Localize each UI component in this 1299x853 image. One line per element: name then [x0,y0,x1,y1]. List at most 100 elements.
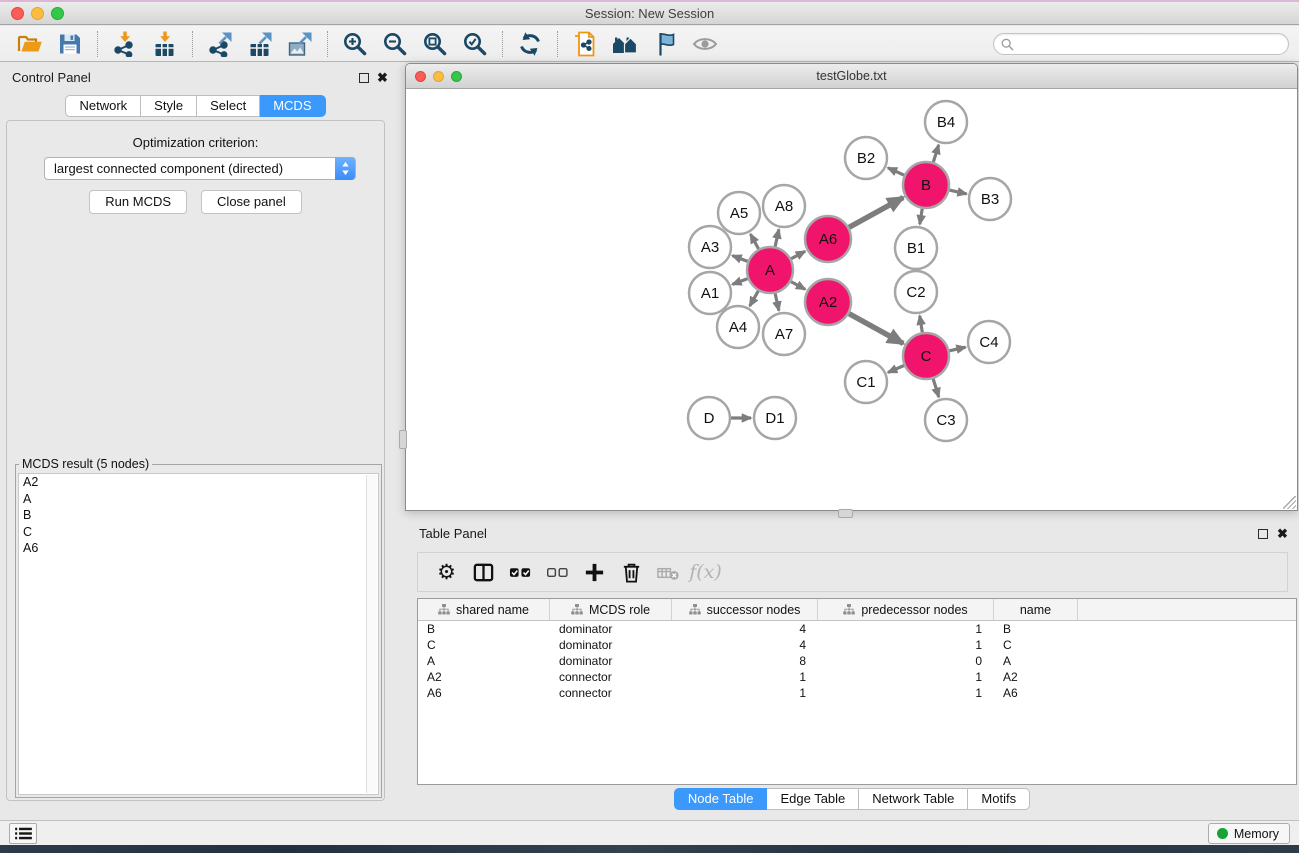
network-overview-icon[interactable] [605,29,645,59]
graph-node-D[interactable]: D [688,397,730,439]
graph-edge-C-C1[interactable] [888,366,904,373]
graph-edge-B-B1[interactable] [920,209,922,225]
show-columns-icon[interactable] [465,557,502,587]
cell-name[interactable]: A6 [994,685,1078,701]
cell-shared-name[interactable]: B [418,621,550,637]
new-network-from-selection-icon[interactable] [565,29,605,59]
graph-edge-A-A3[interactable] [732,256,747,262]
export-table-icon[interactable] [240,29,280,59]
cell-successor-nodes[interactable]: 4 [672,637,818,653]
close-panel-icon[interactable]: ✖ [377,70,388,86]
graph-node-B3[interactable]: B3 [969,178,1011,220]
graph-edge-A-A5[interactable] [751,234,759,249]
column-header-successor-nodes[interactable]: successor nodes [672,599,818,620]
resize-grip-icon[interactable] [1283,496,1296,509]
graph-node-C2[interactable]: C2 [895,271,937,313]
graph-node-A1[interactable]: A1 [689,272,731,314]
graph-node-A5[interactable]: A5 [718,192,760,234]
mcds-result-item[interactable]: A [19,491,378,508]
delete-columns-icon[interactable] [613,557,650,587]
graph-edge-A-A7[interactable] [775,293,779,310]
search-input[interactable] [1019,37,1269,52]
graph-node-B1[interactable]: B1 [895,227,937,269]
graph-node-A3[interactable]: A3 [689,226,731,268]
cell-shared-name[interactable]: C [418,637,550,653]
mcds-result-item[interactable]: A2 [19,474,378,491]
unselect-all-columns-icon[interactable] [539,557,576,587]
cell-successor-nodes[interactable]: 4 [672,621,818,637]
table-settings-icon[interactable]: ⚙ [428,557,465,587]
cell-name[interactable]: B [994,621,1078,637]
cell-successor-nodes[interactable]: 1 [672,669,818,685]
save-session-icon[interactable] [50,29,90,59]
mcds-result-item[interactable]: A6 [19,540,378,557]
zoom-selected-icon[interactable] [455,29,495,59]
select-all-columns-icon[interactable] [502,557,539,587]
memory-button[interactable]: Memory [1208,823,1290,844]
table-row[interactable]: A6connector11A6 [418,685,1296,701]
zoom-in-icon[interactable] [335,29,375,59]
graph-edge-B-B2[interactable] [888,168,904,175]
graph-node-B2[interactable]: B2 [845,137,887,179]
cell-shared-name[interactable]: A2 [418,669,550,685]
graph-node-A7[interactable]: A7 [763,313,805,355]
table-close-panel-icon[interactable]: ✖ [1277,526,1288,542]
graph-edge-A-A6[interactable] [791,251,805,258]
cell-name[interactable]: A2 [994,669,1078,685]
search-field[interactable] [993,33,1289,55]
zoom-fit-icon[interactable] [415,29,455,59]
cell-predecessor-nodes[interactable]: 0 [818,653,994,669]
run-mcds-button[interactable]: Run MCDS [89,190,187,214]
graph-node-C3[interactable]: C3 [925,399,967,441]
graph-node-A4[interactable]: A4 [717,306,759,348]
graph-edge-C-C3[interactable] [933,379,939,397]
result-list-scrollbar[interactable] [366,475,377,793]
import-network-icon[interactable] [105,29,145,59]
graph-node-D1[interactable]: D1 [754,397,796,439]
tab-select[interactable]: Select [197,95,260,117]
zoom-out-icon[interactable] [375,29,415,59]
cell-predecessor-nodes[interactable]: 1 [818,621,994,637]
cell-MCDS-role[interactable]: connector [550,685,672,701]
table-tab-network-table[interactable]: Network Table [859,788,968,810]
cell-name[interactable]: C [994,637,1078,653]
cell-successor-nodes[interactable]: 1 [672,685,818,701]
tab-network[interactable]: Network [65,95,141,117]
table-float-panel-icon[interactable] [1258,529,1268,539]
cell-predecessor-nodes[interactable]: 1 [818,685,994,701]
graph-node-B4[interactable]: B4 [925,101,967,143]
west-divider-handle[interactable] [399,430,407,449]
graph-edge-A-A8[interactable] [775,229,779,246]
graphics-details-icon[interactable] [685,29,725,59]
graph-edge-A-A2[interactable] [791,282,805,290]
tab-style[interactable]: Style [141,95,197,117]
graph-node-C4[interactable]: C4 [968,321,1010,363]
graph-edge-B-B4[interactable] [933,145,938,162]
apply-layout-icon[interactable] [510,29,550,59]
table-tab-node-table[interactable]: Node Table [674,788,768,810]
mcds-result-list[interactable]: A2ABCA6 [18,473,379,795]
cell-predecessor-nodes[interactable]: 1 [818,669,994,685]
column-header-MCDS-role[interactable]: MCDS role [550,599,672,620]
table-row[interactable]: Bdominator41B [418,621,1296,637]
cell-MCDS-role[interactable]: dominator [550,653,672,669]
graph-edge-C-C2[interactable] [920,316,923,333]
table-tab-edge-table[interactable]: Edge Table [767,788,859,810]
table-tab-motifs[interactable]: Motifs [968,788,1030,810]
annotations-toggle-icon[interactable] [645,29,685,59]
graph-node-A6[interactable]: A6 [805,216,851,262]
graph-edge-A-A4[interactable] [750,291,759,306]
export-network-icon[interactable] [200,29,240,59]
cell-name[interactable]: A [994,653,1078,669]
cell-MCDS-role[interactable]: dominator [550,637,672,653]
mcds-result-item[interactable]: C [19,524,378,541]
graph-edge-A2-C[interactable] [849,314,903,344]
close-panel-button[interactable]: Close panel [201,190,302,214]
graph-node-A8[interactable]: A8 [763,185,805,227]
open-session-icon[interactable] [10,29,50,59]
cell-shared-name[interactable]: A [418,653,550,669]
mcds-result-item[interactable]: B [19,507,378,524]
south-divider-handle[interactable] [838,509,853,518]
graph-node-C[interactable]: C [903,333,949,379]
tab-mcds[interactable]: MCDS [260,95,325,117]
